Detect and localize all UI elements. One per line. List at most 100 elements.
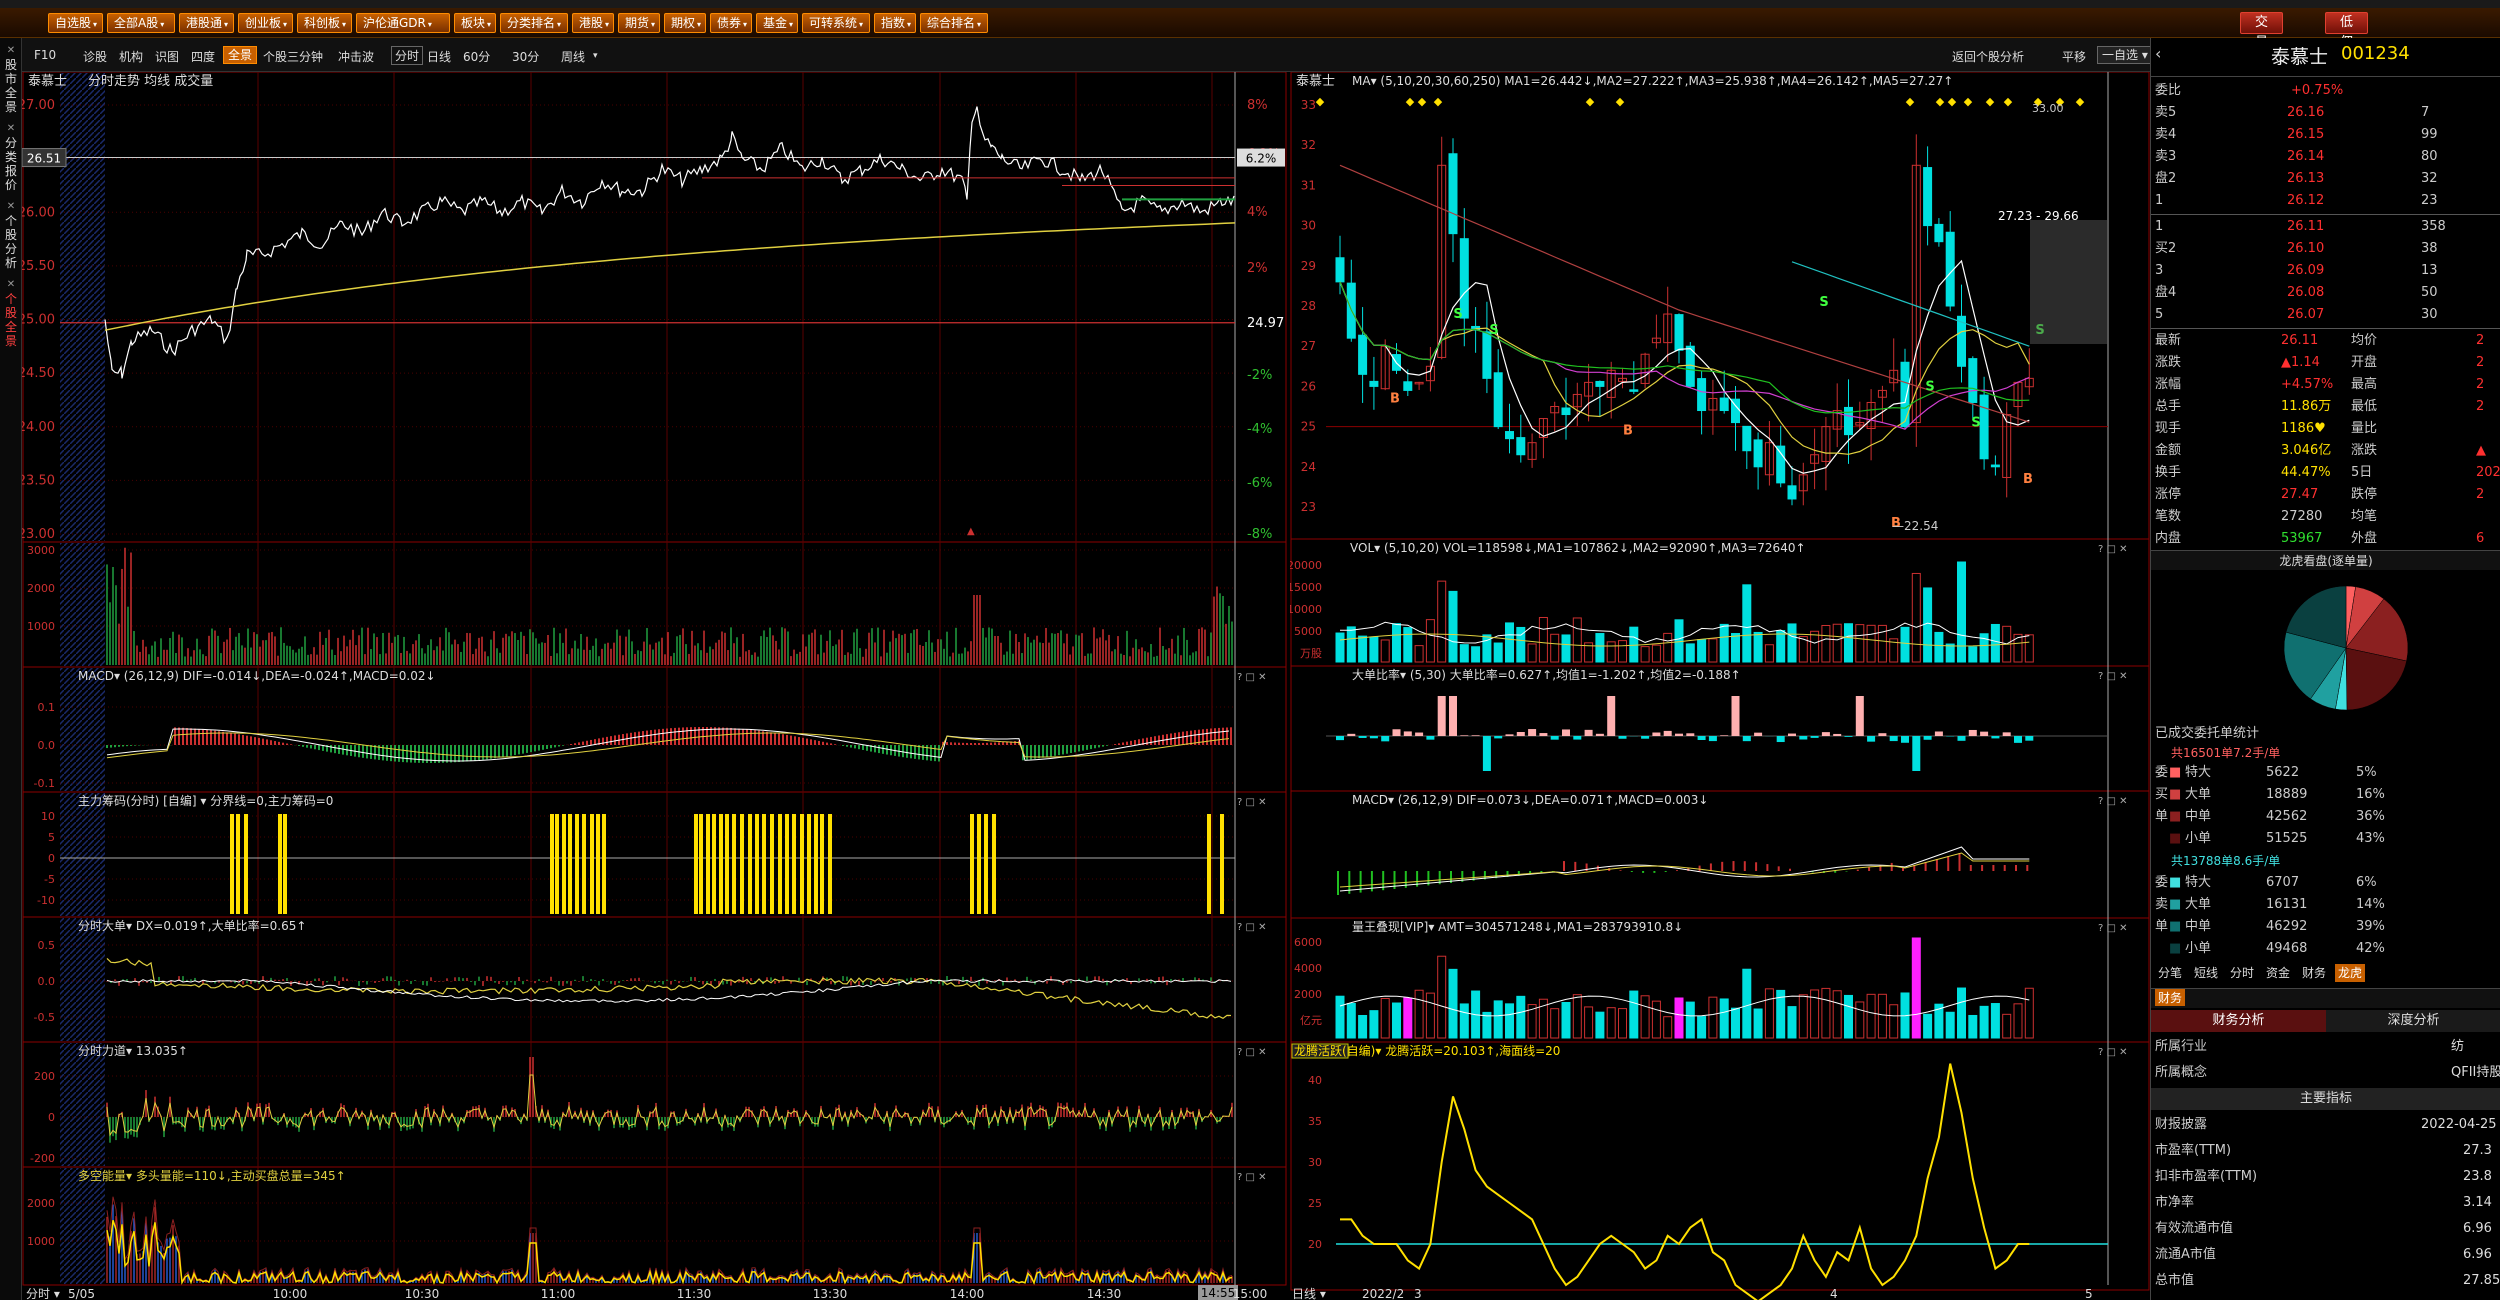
topbar-button-1[interactable]: 全部A股 ▾ (107, 13, 175, 33)
ask-label: 卖5 (2155, 105, 2177, 120)
pct-axis-tick: -2% (1247, 368, 1272, 383)
kvol-bar (1945, 643, 1955, 663)
stat-value: 26.11 (2281, 333, 2319, 348)
open-account-button[interactable]: 低佣开户 (2325, 12, 2369, 90)
left-tab-1[interactable]: ✕ 分类报价 (2, 122, 20, 192)
topbar-button-3[interactable]: 创业板 ▾ (238, 13, 293, 33)
toolbar-item-2[interactable]: 机构 (119, 48, 143, 65)
zl-bar (562, 814, 566, 914)
period-tab-3[interactable]: 30分 (512, 48, 539, 65)
topbar-button-15[interactable]: 综合排名 ▾ (920, 13, 988, 33)
kddb-bar (1358, 736, 1367, 738)
intraday-stock-name: 泰慕士 (28, 74, 67, 89)
order-volume: 51525 (2266, 831, 2308, 846)
legend-swatch-icon: ■ (2169, 941, 2182, 956)
topbar-button-0[interactable]: 自选股 ▾ (48, 13, 103, 33)
quote-tab-4[interactable]: 财务 (2299, 964, 2329, 982)
topbar-button-14[interactable]: 指数 ▾ (874, 13, 916, 33)
intraday-panel-border (22, 916, 1287, 1043)
topbar-button-6[interactable]: 板块 ▾ (454, 13, 496, 33)
quote-row: 盘2 26.13 32 (2151, 168, 2500, 190)
volume-axis-tick: 3000 (27, 544, 55, 557)
candle-body (1516, 437, 1526, 456)
bid-label: 1 (2155, 219, 2164, 234)
topbar-button-11[interactable]: 债券 ▾ (710, 13, 752, 33)
topbar-button-13[interactable]: 可转系统 ▾ (802, 13, 870, 33)
kvol-axis-tick: 15000 (1290, 581, 1322, 594)
quote-tab-0[interactable]: 分笔 (2155, 964, 2185, 982)
webi-label: 委比 (2155, 83, 2182, 98)
toolbar-item-4[interactable]: 四度 (191, 48, 215, 65)
pan-button[interactable]: 平移 (2062, 48, 2086, 65)
close-icon[interactable]: ✕ (2, 200, 20, 214)
date-axis-label: 3 (1414, 1287, 1422, 1300)
subtab-depth[interactable]: 深度分析 (2326, 1010, 2500, 1032)
finance-tab[interactable]: 财务 (2155, 989, 2186, 1006)
toolbar-item-1[interactable]: 诊股 (83, 48, 107, 65)
klw-bar (1911, 937, 1921, 1039)
watchlist-select[interactable]: 一自选 ▾ (2097, 46, 2153, 64)
toolbar-item-3[interactable]: 识图 (155, 48, 179, 65)
time-axis-label: 11:00 (541, 1287, 576, 1300)
klw-bar (1516, 995, 1526, 1039)
kddb-bar (1562, 729, 1570, 736)
kddb-bar (1923, 736, 1932, 740)
trade-button[interactable]: 交易 (2240, 12, 2284, 50)
quote-tab-3[interactable]: 资金 (2263, 964, 2293, 982)
topbar-button-5[interactable]: 沪伦通GDR ▾ (356, 13, 450, 33)
kvol-bar (1753, 631, 1763, 663)
dk-header: 多空能量▾ 多头量能=110↓,主动买盘总量=345↑ (78, 1168, 346, 1183)
period-tab-2[interactable]: 60分 (463, 48, 490, 65)
topbar-button-4[interactable]: 科创板 ▾ (297, 13, 352, 33)
kddb-bar (1878, 733, 1887, 736)
quote-tab-1[interactable]: 短线 (2191, 964, 2221, 982)
left-tab-2[interactable]: ✕ 个股分析 (2, 200, 20, 270)
price-axis-tick: 27.00 (22, 98, 55, 113)
ld-header: 分时力道▾ 13.035↑ (78, 1044, 188, 1058)
toolbar-item-0[interactable]: F10 (34, 48, 56, 62)
toolbar-item-7[interactable]: 冲击波 (338, 48, 374, 65)
topbar-button-10[interactable]: 期权 ▾ (664, 13, 706, 33)
quote-tab-5[interactable]: 龙虎 (2335, 964, 2366, 982)
topbar-button-9[interactable]: 期货 ▾ (618, 13, 660, 33)
left-tab-0[interactable]: ✕ 股市全景 (2, 44, 20, 114)
period-tab-1[interactable]: 日线 (427, 48, 451, 65)
kddb-bar (1652, 732, 1661, 736)
chevron-down-icon: ▾ (697, 20, 702, 29)
close-icon[interactable]: ✕ (2, 278, 20, 292)
order-side: 委 (2155, 875, 2169, 890)
close-icon[interactable]: ✕ (2, 44, 20, 58)
kddb-bar (2014, 736, 2022, 743)
chevron-down-icon: ▾ (224, 20, 229, 29)
quote-tab-2[interactable]: 分时 (2227, 964, 2257, 982)
ask-volume: 23 (2421, 193, 2438, 208)
signal-diamond-icon: ◆ (1986, 95, 1995, 108)
candle-body (1369, 380, 1379, 387)
toolbar-item-5[interactable]: 全景 (223, 46, 258, 64)
stat-label-2: 跌停 (2351, 487, 2378, 502)
chevron-down-icon[interactable]: ▾ (593, 51, 598, 61)
topbar-button-2[interactable]: 港股通 ▾ (179, 13, 234, 33)
order-pct: 42% (2356, 941, 2385, 956)
return-analysis-button[interactable]: 返回个股分析 (1952, 48, 2024, 65)
zl-bar (748, 814, 752, 914)
subtab-finance[interactable]: 财务分析 (2151, 1010, 2326, 1032)
order-volume: 5622 (2266, 765, 2300, 780)
order-side: 买 (2155, 787, 2169, 802)
left-tab-3[interactable]: ✕ 个股全景 (2, 278, 20, 348)
period-tab-0[interactable]: 分时 (391, 46, 424, 65)
toolbar-item-6[interactable]: 个股三分钟 (263, 48, 323, 65)
klw-bar (1380, 997, 1390, 1039)
pct-tag-label: 6.2% (1246, 152, 1277, 166)
back-arrow-icon[interactable]: ‹ (2155, 44, 2161, 63)
stat-value-2: 2 (2476, 355, 2485, 370)
kline-price-tick: 33 (1301, 98, 1316, 112)
topbar-button-12[interactable]: 基金 ▾ (756, 13, 798, 33)
period-tab-4[interactable]: 周线 (561, 48, 585, 65)
klw-bar (1945, 1011, 1955, 1039)
topbar-button-7[interactable]: 分类排名 ▾ (500, 13, 568, 33)
klw-bar (2002, 1013, 2012, 1039)
close-icon[interactable]: ✕ (2, 122, 20, 136)
klw-bar (1335, 995, 1345, 1039)
topbar-button-8[interactable]: 港股 ▾ (572, 13, 614, 33)
